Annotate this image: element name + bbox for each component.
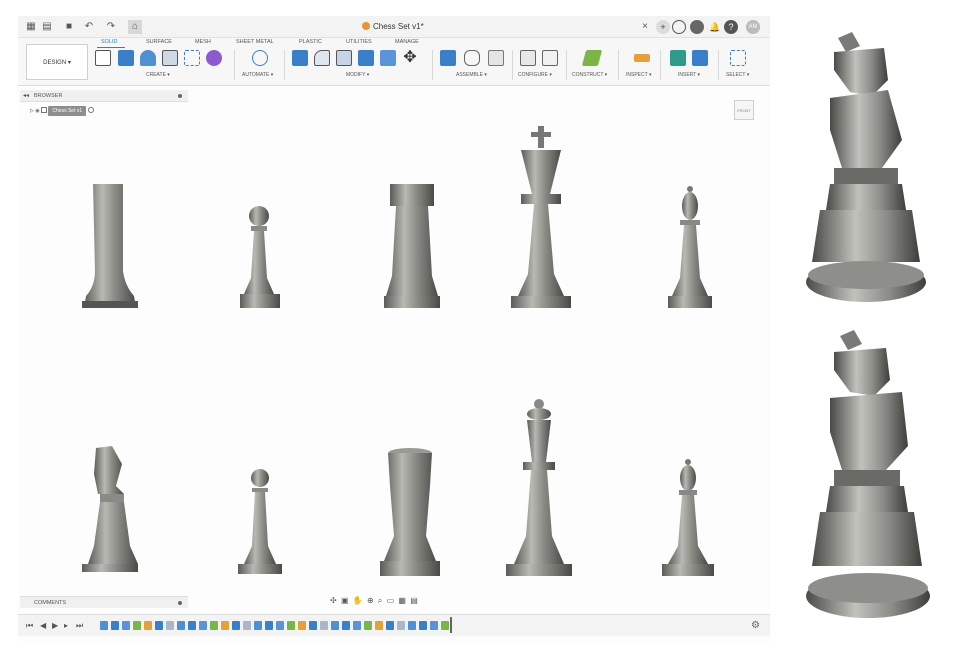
rook-profile-piece[interactable] <box>82 184 138 308</box>
timeline-feature[interactable] <box>430 621 438 630</box>
knight-piece-bottom[interactable] <box>82 446 138 572</box>
viewports-icon[interactable]: ▤ <box>410 596 419 605</box>
orbit-icon[interactable]: ✣ <box>330 596 338 605</box>
timeline-feature[interactable] <box>309 621 317 630</box>
pawn-piece-bottom[interactable] <box>238 469 282 574</box>
timeline-feature[interactable] <box>243 621 251 630</box>
timeline-feature[interactable] <box>133 621 141 630</box>
king-piece-bottom[interactable] <box>506 399 572 576</box>
timeline-feature[interactable] <box>232 621 240 630</box>
timeline-feature[interactable] <box>122 621 130 630</box>
timeline-feature[interactable] <box>287 621 295 630</box>
timeline-feature[interactable] <box>375 621 383 630</box>
fit-icon[interactable]: ⌕ <box>378 596 383 605</box>
comments-title: COMMENTS <box>34 600 67 606</box>
timeline-feature[interactable] <box>199 621 207 630</box>
play-icon[interactable]: ▶ <box>52 621 58 630</box>
timeline-feature[interactable] <box>188 621 196 630</box>
timeline-marker[interactable] <box>450 617 452 633</box>
timeline-feature[interactable] <box>100 621 108 630</box>
timeline-feature[interactable] <box>320 621 328 630</box>
timeline-feature[interactable] <box>144 621 152 630</box>
timeline-feature[interactable] <box>408 621 416 630</box>
knight-closeup-bottom <box>806 330 930 618</box>
king-piece-top[interactable] <box>511 126 571 308</box>
timeline-feature[interactable] <box>155 621 163 630</box>
timeline-feature[interactable] <box>210 621 218 630</box>
timeline-feature[interactable] <box>276 621 284 630</box>
timeline-feature[interactable] <box>111 621 119 630</box>
timeline-feature[interactable] <box>221 621 229 630</box>
step-forward-icon[interactable]: ▸ <box>64 621 68 630</box>
zoom-icon[interactable]: ⊕ <box>367 596 375 605</box>
knight-closeup-views <box>806 32 930 618</box>
timeline-bar: ⏮ ◀ ▶ ▸ ⏭ ⚙ <box>18 614 770 636</box>
timeline-feature[interactable] <box>419 621 427 630</box>
timeline-feature[interactable] <box>364 621 372 630</box>
timeline-feature[interactable] <box>298 621 306 630</box>
timeline-feature[interactable] <box>166 621 174 630</box>
step-back-icon[interactable]: ◀ <box>40 621 46 630</box>
look-at-icon[interactable]: ▣ <box>341 596 350 605</box>
timeline-feature[interactable] <box>254 621 262 630</box>
timeline-feature[interactable] <box>441 621 449 630</box>
fusion-app-window: ▦ ▤ ■ ↶ ↷ ⌂ Chess Set v1* × + 🔔 ? AM DES… <box>18 16 770 642</box>
timeline-feature[interactable] <box>397 621 405 630</box>
timeline-feature[interactable] <box>331 621 339 630</box>
bishop-piece-bottom[interactable] <box>662 459 714 576</box>
design-canvas[interactable] <box>18 16 770 596</box>
comments-pin-icon[interactable] <box>178 601 182 605</box>
timeline-feature[interactable] <box>353 621 361 630</box>
go-to-start-icon[interactable]: ⏮ <box>26 621 33 631</box>
go-to-end-icon[interactable]: ⏭ <box>76 621 83 631</box>
timeline-feature[interactable] <box>265 621 273 630</box>
timeline-feature[interactable] <box>177 621 185 630</box>
rook-piece-bottom[interactable] <box>380 448 440 576</box>
bishop-piece-top[interactable] <box>668 186 712 308</box>
timeline-settings-icon[interactable]: ⚙ <box>751 620 760 631</box>
timeline-feature[interactable] <box>386 621 394 630</box>
pawn-piece-top[interactable] <box>240 206 280 308</box>
grid-settings-icon[interactable]: ▦ <box>398 596 407 605</box>
pan-icon[interactable]: ✋ <box>353 596 364 605</box>
navigation-bar: ✣ ▣ ✋ ⊕ ⌕ ▭ ▦ ▤ <box>330 596 419 608</box>
timeline-feature[interactable] <box>342 621 350 630</box>
knight-closeup-top <box>806 32 926 302</box>
display-settings-icon[interactable]: ▭ <box>387 596 396 605</box>
rook-piece-top[interactable] <box>384 184 440 308</box>
comments-panel-header[interactable]: COMMENTS <box>20 596 188 608</box>
